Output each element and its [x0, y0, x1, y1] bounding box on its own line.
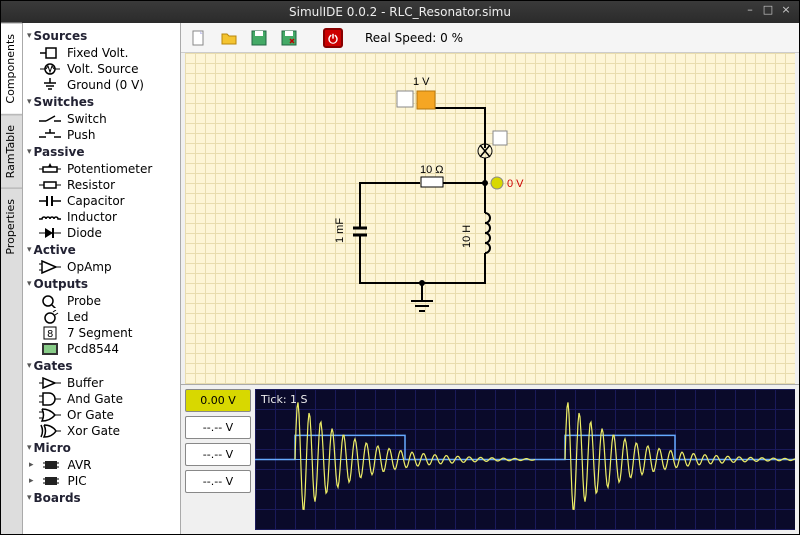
component-volt-source[interactable]: Volt. Source [25, 61, 178, 77]
category-switches[interactable]: Switches [25, 93, 178, 111]
main-area: ⏻ Real Speed: 0 % [181, 23, 799, 534]
capacitor-icon [39, 194, 61, 208]
component-led[interactable]: Led [25, 309, 178, 325]
scope-ch3[interactable]: --.-- V [185, 443, 251, 466]
scope-channels: 0.00 V --.-- V --.-- V --.-- V [185, 389, 251, 530]
component-and-gate[interactable]: And Gate [25, 391, 178, 407]
app-window: SimulIDE 0.0.2 - RLC_Resonator.simu – □ … [0, 0, 800, 535]
avr-icon [40, 458, 62, 472]
buffer-icon [39, 376, 61, 390]
scope-ch1[interactable]: 0.00 V [185, 389, 251, 412]
scope-plot[interactable]: Tick: 1 S [255, 389, 795, 530]
component-7-segment[interactable]: 87 Segment [25, 325, 178, 341]
pcd8544-icon [39, 342, 61, 356]
diode-icon [39, 226, 61, 240]
component-switch[interactable]: Switch [25, 111, 178, 127]
led-icon [39, 310, 61, 324]
ground-icon [411, 301, 433, 311]
category-active[interactable]: Active [25, 241, 178, 259]
fixed-volt--icon [39, 46, 61, 60]
component-potentiometer[interactable]: Potentiometer [25, 161, 178, 177]
opamp-icon [39, 260, 61, 274]
component-inductor[interactable]: Inductor [25, 209, 178, 225]
category-passive[interactable]: Passive [25, 143, 178, 161]
category-sources[interactable]: Sources [25, 27, 178, 45]
tab-ramtable[interactable]: RamTable [1, 114, 22, 188]
component-probe[interactable]: Probe [25, 293, 178, 309]
category-boards[interactable]: Boards [25, 489, 178, 507]
vertical-tabs: Components RamTable Properties [1, 23, 23, 534]
category-outputs[interactable]: Outputs [25, 275, 178, 293]
probe-label: 0 V [507, 178, 524, 190]
power-button[interactable]: ⏻ [321, 26, 345, 50]
maximize-button[interactable]: □ [761, 4, 775, 18]
probe-icon[interactable] [491, 177, 503, 189]
inductor[interactable] [485, 208, 490, 258]
xor-gate-icon [39, 424, 61, 438]
category-micro[interactable]: Micro [25, 439, 178, 457]
minimize-button[interactable]: – [743, 4, 757, 18]
switch-box[interactable] [493, 131, 507, 145]
category-gates[interactable]: Gates [25, 357, 178, 375]
circuit-canvas[interactable]: 1 V 0 V 10 Ω [185, 53, 795, 384]
component-opamp[interactable]: OpAmp [25, 259, 178, 275]
save-as-button[interactable] [277, 26, 301, 50]
component-diode[interactable]: Diode [25, 225, 178, 241]
push-icon [39, 128, 61, 142]
oscilloscope: 0.00 V --.-- V --.-- V --.-- V Tick: 1 S [181, 384, 799, 534]
component-or-gate[interactable]: Or Gate [25, 407, 178, 423]
7-segment-icon: 8 [39, 326, 61, 340]
ground-0-v--icon [39, 78, 61, 92]
title-bar: SimulIDE 0.0.2 - RLC_Resonator.simu – □ … [1, 1, 799, 23]
window-title: SimulIDE 0.0.2 - RLC_Resonator.simu [289, 5, 511, 19]
capacitor[interactable] [353, 208, 367, 258]
toolbar: ⏻ Real Speed: 0 % [181, 23, 799, 53]
source-toggle[interactable] [397, 91, 413, 107]
resistor-label: 10 Ω [420, 164, 444, 176]
close-button[interactable]: × [779, 4, 793, 18]
fixed-voltage[interactable] [417, 91, 435, 109]
component-resistor[interactable]: Resistor [25, 177, 178, 193]
save-button[interactable] [247, 26, 271, 50]
capacitor-label: 1 mF [334, 218, 346, 243]
resistor[interactable] [421, 177, 443, 187]
open-button[interactable] [217, 26, 241, 50]
schematic: 1 V 0 V 10 Ω [325, 73, 565, 333]
source-label: 1 V [413, 76, 430, 88]
component-xor-gate[interactable]: Xor Gate [25, 423, 178, 439]
inductor-label: 10 H [461, 225, 473, 248]
probe-icon [39, 294, 61, 308]
new-button[interactable] [187, 26, 211, 50]
svg-text:8: 8 [47, 329, 53, 340]
component-ground-0-v-[interactable]: Ground (0 V) [25, 77, 178, 93]
resistor-icon [39, 178, 61, 192]
tab-components[interactable]: Components [1, 23, 22, 114]
component-pic[interactable]: ▸PIC [25, 473, 178, 489]
potentiometer-icon [39, 162, 61, 176]
tab-properties[interactable]: Properties [1, 188, 22, 265]
component-avr[interactable]: ▸AVR [25, 457, 178, 473]
component-buffer[interactable]: Buffer [25, 375, 178, 391]
component-pcd8544[interactable]: Pcd8544 [25, 341, 178, 357]
component-sidebar: SourcesFixed Volt.Volt. SourceGround (0 … [23, 23, 181, 534]
or-gate-icon [39, 408, 61, 422]
component-capacitor[interactable]: Capacitor [25, 193, 178, 209]
inductor-icon [39, 210, 61, 224]
component-push[interactable]: Push [25, 127, 178, 143]
scope-ch4[interactable]: --.-- V [185, 470, 251, 493]
and-gate-icon [39, 392, 61, 406]
speed-label: Real Speed: 0 % [365, 31, 463, 45]
component-fixed-volt-[interactable]: Fixed Volt. [25, 45, 178, 61]
scope-ch2[interactable]: --.-- V [185, 416, 251, 439]
pic-icon [40, 474, 62, 488]
switch-icon [39, 112, 61, 126]
volt-source-icon [39, 62, 61, 76]
